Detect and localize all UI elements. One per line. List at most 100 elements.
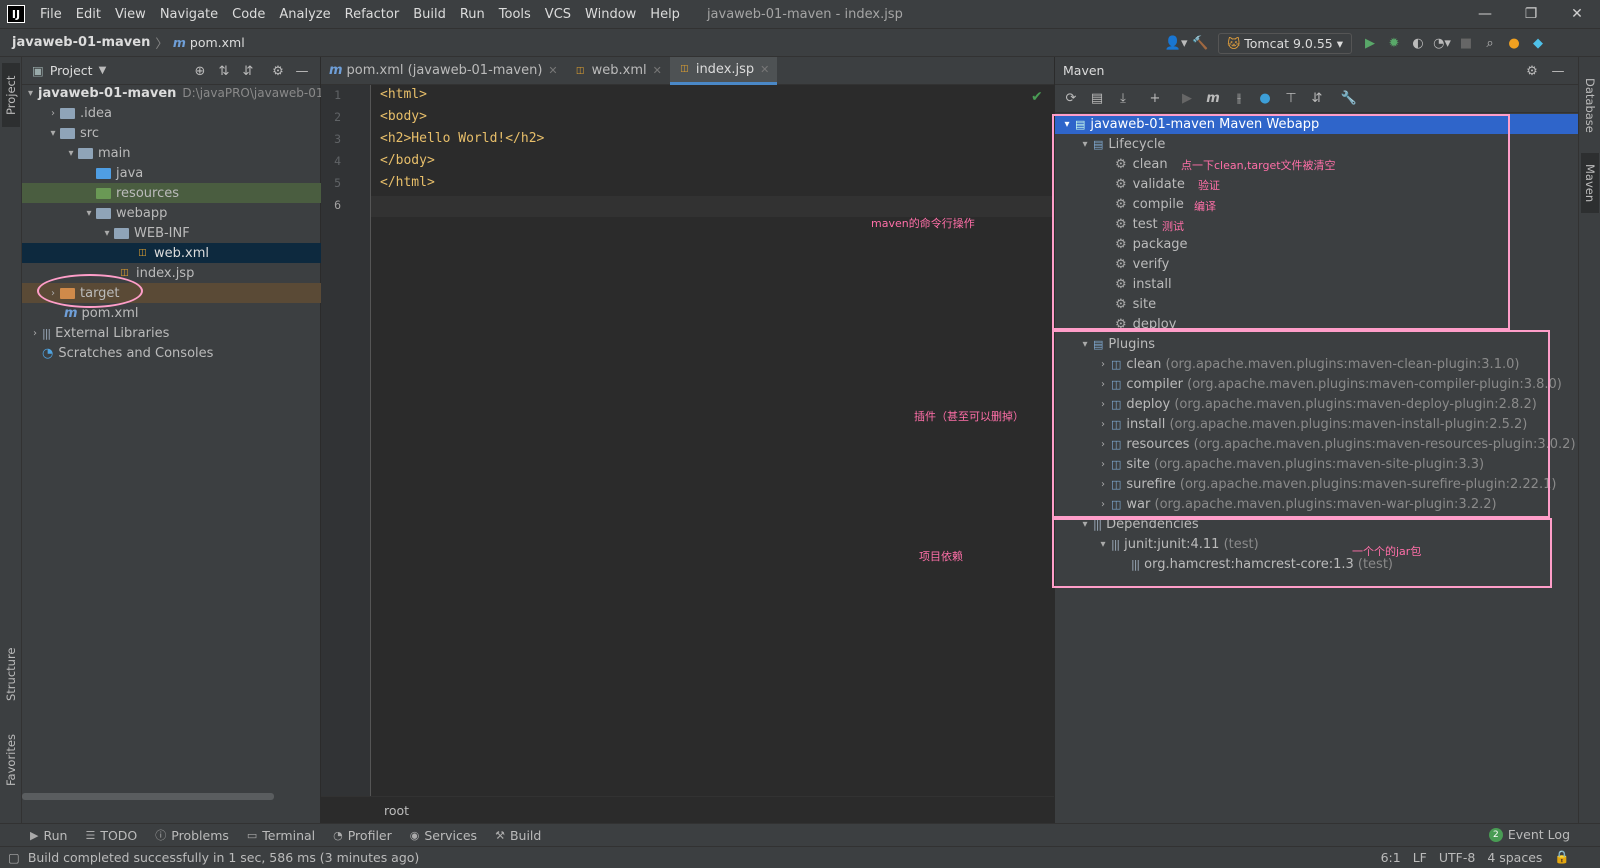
tool-terminal[interactable]: ▭ Terminal — [247, 828, 315, 843]
reload-icon[interactable]: ⟳ — [1059, 88, 1083, 110]
code-line[interactable]: <html> — [380, 87, 427, 102]
file-encoding[interactable]: UTF-8 — [1439, 850, 1475, 865]
expand-all-icon[interactable]: ⇅ — [212, 60, 236, 82]
maven-settings-icon[interactable]: 🔧 — [1337, 88, 1361, 110]
editor-breadcrumb[interactable]: root — [384, 803, 409, 818]
menu-help[interactable]: Help — [643, 7, 687, 22]
settings-gear-icon[interactable]: ⚙ — [1520, 60, 1544, 82]
tool-services[interactable]: ◉ Services — [410, 828, 477, 843]
locate-icon[interactable]: ⊕ — [188, 60, 212, 82]
search-icon[interactable]: ⌕ — [1478, 32, 1502, 54]
lock-icon[interactable]: 🔒 — [1554, 849, 1570, 865]
menu-run[interactable]: Run — [453, 7, 492, 22]
menu-navigate[interactable]: Navigate — [153, 7, 225, 22]
tool-problems[interactable]: ⓘ Problems — [155, 827, 229, 843]
close-tab-icon[interactable]: ✕ — [653, 64, 662, 77]
hide-panel-icon[interactable]: — — [290, 60, 314, 82]
caret-position[interactable]: 6:1 — [1381, 850, 1401, 865]
breadcrumb-file[interactable]: pom.xml — [190, 35, 245, 50]
reimport-folder-icon[interactable]: ▤ — [1085, 88, 1109, 110]
add-icon[interactable]: + — [1143, 88, 1167, 110]
updates-icon[interactable]: ● — [1502, 32, 1526, 54]
close-button[interactable]: ✕ — [1554, 6, 1600, 22]
expand-arrow-icon[interactable]: ▾ — [28, 88, 33, 99]
code-line[interactable]: <h2>Hello World!</h2> — [380, 131, 544, 146]
toolbox-icon[interactable]: ◆ — [1526, 32, 1550, 54]
menu-code[interactable]: Code — [225, 7, 272, 22]
execute-goal-icon[interactable]: m — [1201, 88, 1225, 110]
menu-analyze[interactable]: Analyze — [272, 7, 337, 22]
hide-panel-icon[interactable]: — — [1546, 60, 1570, 82]
tree-item-webapp[interactable]: ▾ webapp — [22, 203, 321, 223]
download-icon[interactable]: ⤓ — [1111, 88, 1135, 110]
collapse-arrow-icon[interactable]: › — [28, 328, 42, 339]
indent-setting[interactable]: 4 spaces — [1487, 850, 1542, 865]
run-icon[interactable]: ▶ — [1175, 88, 1199, 110]
tree-item-src[interactable]: ▾ src — [22, 123, 321, 143]
tool-run[interactable]: ▶ Run — [30, 828, 67, 843]
tree-item-idea[interactable]: › .idea — [22, 103, 321, 123]
skip-tests-icon[interactable]: ● — [1253, 88, 1277, 110]
tab-index-jsp[interactable]: ◫ index.jsp ✕ — [669, 56, 778, 85]
debug-icon[interactable]: ✹ — [1382, 32, 1406, 54]
profile-icon[interactable]: ◔▾ — [1430, 32, 1454, 54]
structure-stripe-tab[interactable]: Structure — [2, 639, 20, 709]
restore-button[interactable]: ❐ — [1508, 6, 1554, 22]
tree-item-root[interactable]: ▾ javaweb-01-maven D:\javaPRO\javaweb-01 — [22, 83, 323, 103]
menu-tools[interactable]: Tools — [492, 7, 538, 22]
project-horizontal-scrollbar[interactable] — [22, 793, 274, 800]
dropdown-chevron-icon[interactable]: ▼ — [99, 65, 107, 76]
settings-gear-icon[interactable]: ⚙ — [266, 60, 290, 82]
tool-profiler[interactable]: ◔ Profiler — [333, 828, 392, 843]
event-log-button[interactable]: 2 Event Log — [1488, 823, 1570, 846]
user-icon[interactable]: 👤▾ — [1164, 32, 1188, 54]
collapse-all-icon[interactable]: ⇵ — [236, 60, 260, 82]
tool-todo[interactable]: ☰ TODO — [85, 828, 137, 843]
build-hammer-icon[interactable]: 🔨 — [1188, 32, 1212, 54]
expand-arrow-icon[interactable]: ▾ — [82, 208, 96, 219]
code-line[interactable]: </body> — [380, 153, 435, 168]
database-stripe-tab[interactable]: Database — [1581, 65, 1599, 145]
menu-file[interactable]: File — [33, 7, 69, 22]
project-view-select[interactable]: Project — [50, 63, 93, 78]
collapse-all-icon[interactable]: ⇵ — [1305, 88, 1329, 110]
tree-item-scratches[interactable]: ◔ Scratches and Consoles — [22, 343, 321, 363]
menu-refactor[interactable]: Refactor — [338, 7, 407, 22]
favorites-stripe-tab[interactable]: Favorites — [2, 725, 20, 795]
coverage-icon[interactable]: ◐ — [1406, 32, 1430, 54]
status-panel-icon[interactable]: ▢ — [8, 850, 20, 865]
stop-icon[interactable]: ■ — [1454, 32, 1478, 54]
toggle-offline-icon[interactable]: ⫲ — [1227, 88, 1251, 110]
build-status-text[interactable]: Build completed successfully in 1 sec, 5… — [28, 850, 420, 865]
inspection-ok-icon[interactable]: ✔ — [1031, 89, 1043, 105]
menu-view[interactable]: View — [108, 7, 153, 22]
expand-arrow-icon[interactable]: ▾ — [46, 128, 60, 139]
code-line[interactable]: </html> — [380, 175, 435, 190]
tree-item-java[interactable]: java — [22, 163, 321, 183]
expand-arrow-icon[interactable]: ▾ — [64, 148, 78, 159]
tree-item-web-xml[interactable]: ◫ web.xml — [22, 243, 321, 263]
collapse-arrow-icon[interactable]: › — [46, 108, 60, 119]
code-line[interactable]: <body> — [380, 109, 427, 124]
expand-arrow-icon[interactable]: ▾ — [100, 228, 114, 239]
breadcrumb-project[interactable]: javaweb-01-maven — [0, 35, 150, 50]
tree-item-main[interactable]: ▾ main — [22, 143, 321, 163]
tree-item-external-libraries[interactable]: › ||| External Libraries — [22, 323, 321, 343]
close-tab-icon[interactable]: ✕ — [548, 64, 557, 77]
tree-item-resources[interactable]: resources — [22, 183, 321, 203]
tab-pom-xml[interactable]: m pom.xml (javaweb-01-maven) ✕ — [321, 57, 566, 85]
minimize-button[interactable]: — — [1462, 6, 1508, 22]
run-config-select[interactable]: 🐱 Tomcat 9.0.55 ▾ — [1218, 32, 1352, 54]
menu-vcs[interactable]: VCS — [538, 7, 578, 22]
show-dependencies-icon[interactable]: ⊤ — [1279, 88, 1303, 110]
menu-build[interactable]: Build — [406, 7, 453, 22]
project-stripe-tab[interactable]: Project — [2, 63, 20, 127]
line-separator[interactable]: LF — [1413, 850, 1427, 865]
run-icon[interactable]: ▶ — [1358, 32, 1382, 54]
tool-build[interactable]: ⚒ Build — [495, 828, 541, 843]
menu-window[interactable]: Window — [578, 7, 643, 22]
tab-web-xml[interactable]: ◫ web.xml ✕ — [566, 57, 670, 85]
menu-edit[interactable]: Edit — [69, 7, 108, 22]
tree-item-web-inf[interactable]: ▾ WEB-INF — [22, 223, 321, 243]
maven-stripe-tab[interactable]: Maven — [1581, 153, 1599, 213]
